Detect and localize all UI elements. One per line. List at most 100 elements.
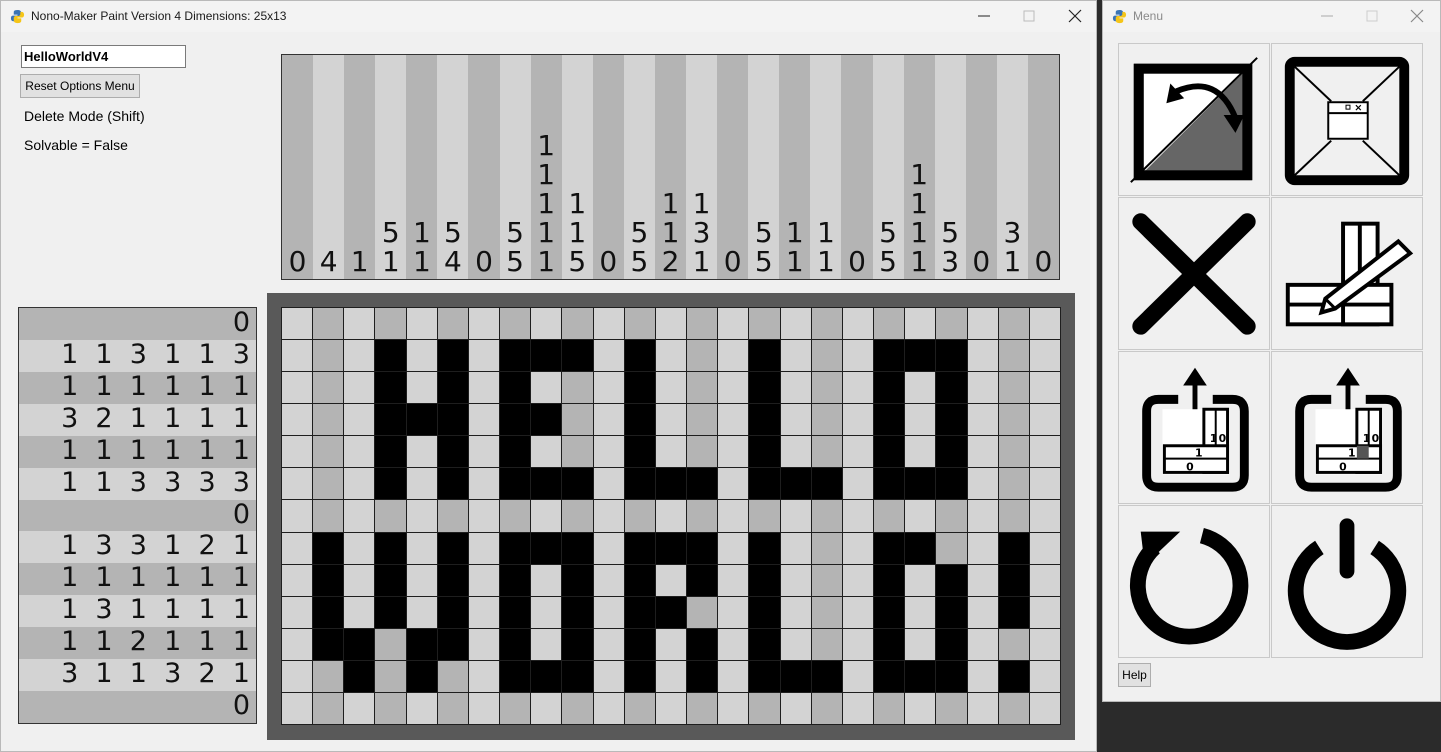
grid-cell[interactable]: [1028, 435, 1061, 469]
grid-cell[interactable]: [499, 627, 532, 661]
grid-cell[interactable]: [810, 531, 843, 565]
grid-cell[interactable]: [841, 691, 875, 725]
grid-cell[interactable]: [654, 531, 688, 565]
grid-cell[interactable]: [904, 531, 937, 565]
grid-cell[interactable]: [467, 691, 501, 725]
grid-cell[interactable]: [467, 403, 501, 437]
grid-cell[interactable]: [499, 499, 532, 533]
grid-cell[interactable]: [904, 595, 937, 629]
grid-cell[interactable]: [997, 435, 1030, 469]
grid-cell[interactable]: [748, 531, 781, 565]
reset-options-menu-button[interactable]: Reset Options Menu: [20, 74, 140, 98]
grid-cell[interactable]: [499, 307, 532, 341]
grid-cell[interactable]: [499, 691, 532, 725]
grid-cell[interactable]: [997, 531, 1030, 565]
grid-cell[interactable]: [686, 403, 719, 437]
grid-cell[interactable]: [281, 563, 314, 597]
grid-cell[interactable]: [592, 691, 625, 725]
grid-cell[interactable]: [717, 659, 750, 693]
puzzle-name-input[interactable]: [21, 45, 186, 68]
grid-cell[interactable]: [810, 499, 843, 533]
edit-dimensions-button[interactable]: [1271, 197, 1423, 350]
grid-cell[interactable]: [281, 307, 314, 341]
grid-cell[interactable]: [997, 403, 1030, 437]
grid-cell[interactable]: [935, 307, 968, 341]
grid-cell[interactable]: [530, 595, 563, 629]
grid-cell[interactable]: [904, 467, 937, 501]
grid-cell[interactable]: [281, 467, 314, 501]
grid-cell[interactable]: [997, 595, 1030, 629]
grid-cell[interactable]: [779, 659, 812, 693]
grid-cell[interactable]: [343, 627, 376, 661]
help-button[interactable]: Help: [1118, 663, 1151, 687]
grid-cell[interactable]: [686, 531, 719, 565]
grid-cell[interactable]: [841, 627, 875, 661]
grid-cell[interactable]: [654, 371, 688, 405]
grid-cell[interactable]: [748, 659, 781, 693]
grid-cell[interactable]: [343, 403, 376, 437]
grid-cell[interactable]: [623, 371, 656, 405]
grid-cell[interactable]: [997, 339, 1030, 373]
grid-cell[interactable]: [312, 691, 345, 725]
grid-cell[interactable]: [405, 627, 438, 661]
grid-cell[interactable]: [530, 307, 563, 341]
grid-cell[interactable]: [779, 499, 812, 533]
grid-cell[interactable]: [686, 307, 719, 341]
grid-cell[interactable]: [966, 595, 999, 629]
grid-cell[interactable]: [405, 467, 438, 501]
grid-cell[interactable]: [436, 499, 469, 533]
grid-cell[interactable]: [810, 595, 843, 629]
grid-cell[interactable]: [935, 627, 968, 661]
grid-cell[interactable]: [467, 339, 501, 373]
grid-cell[interactable]: [405, 563, 438, 597]
grid-cell[interactable]: [966, 307, 999, 341]
grid-cell[interactable]: [312, 307, 345, 341]
grid-cell[interactable]: [748, 339, 781, 373]
grid-cell[interactable]: [779, 403, 812, 437]
grid-cell[interactable]: [436, 531, 469, 565]
grid-cell[interactable]: [623, 531, 656, 565]
grid-cell[interactable]: [904, 435, 937, 469]
fit-to-window-button[interactable]: [1271, 43, 1423, 196]
grid-cell[interactable]: [499, 403, 532, 437]
grid-cell[interactable]: [281, 403, 314, 437]
grid-cell[interactable]: [841, 467, 875, 501]
grid-cell[interactable]: [904, 659, 937, 693]
grid-cell[interactable]: [623, 467, 656, 501]
grid-cell[interactable]: [281, 435, 314, 469]
grid-cell[interactable]: [467, 499, 501, 533]
grid-cell[interactable]: [779, 627, 812, 661]
restart-button[interactable]: [1118, 505, 1270, 658]
grid-cell[interactable]: [530, 435, 563, 469]
grid-cell[interactable]: [873, 499, 906, 533]
grid-cell[interactable]: [654, 339, 688, 373]
grid-cell[interactable]: [467, 595, 501, 629]
grid-cell[interactable]: [592, 595, 625, 629]
grid-cell[interactable]: [530, 371, 563, 405]
grid-cell[interactable]: [717, 531, 750, 565]
grid-cell[interactable]: [717, 403, 750, 437]
grid-cell[interactable]: [873, 563, 906, 597]
grid-cell[interactable]: [623, 691, 656, 725]
grid-cell[interactable]: [748, 403, 781, 437]
grid-cell[interactable]: [436, 339, 469, 373]
grid-cell[interactable]: [405, 307, 438, 341]
grid-cell[interactable]: [343, 435, 376, 469]
grid-cell[interactable]: [810, 371, 843, 405]
grid-cell[interactable]: [499, 531, 532, 565]
grid-cell[interactable]: [312, 467, 345, 501]
grid-cell[interactable]: [810, 691, 843, 725]
grid-cell[interactable]: [935, 435, 968, 469]
grid-cell[interactable]: [873, 371, 906, 405]
grid-cell[interactable]: [904, 371, 937, 405]
grid-cell[interactable]: [592, 563, 625, 597]
grid-cell[interactable]: [467, 563, 501, 597]
grid-cell[interactable]: [530, 339, 563, 373]
grid-cell[interactable]: [530, 467, 563, 501]
grid-cell[interactable]: [374, 659, 407, 693]
grid-cell[interactable]: [779, 595, 812, 629]
maximize-icon[interactable]: [1019, 6, 1039, 26]
grid-cell[interactable]: [281, 371, 314, 405]
grid-cell[interactable]: [281, 627, 314, 661]
grid-cell[interactable]: [1028, 499, 1061, 533]
